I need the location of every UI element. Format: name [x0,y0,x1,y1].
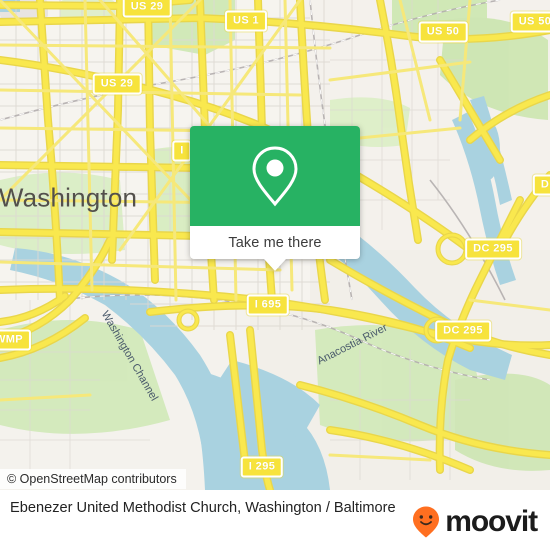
highway-shield-us-29-left[interactable]: US 29 [92,73,142,95]
highway-shield-us-50-right[interactable]: US 50 [510,11,550,33]
map-attribution[interactable]: © OpenStreetMap contributors [0,469,186,489]
map-canvas[interactable]: Washington Washington Channel Anacostia … [0,0,550,490]
highway-shield-dc-295-lower[interactable]: DC 295 [435,320,491,342]
screenshot-root: Washington Washington Channel Anacostia … [0,0,550,550]
moovit-wordmark: moovit [445,505,538,538]
popup-icon-area [190,126,360,226]
take-me-there-button[interactable]: Take me there [190,226,360,259]
highway-shield-i-295[interactable]: I 295 [240,456,284,478]
highway-shield-i-695[interactable]: I 695 [246,294,290,316]
highway-shield-us-29-top[interactable]: US 29 [122,0,172,18]
highway-shield-dc-295-upper[interactable]: DC 295 [465,238,521,260]
highway-shield-partial-right[interactable]: D [532,174,550,196]
place-title: Ebenezer United Methodist Church, Washin… [10,500,396,516]
moovit-smiling-pin-icon [413,506,440,538]
popup-pointer [264,259,286,271]
moovit-brand[interactable]: moovit [411,505,538,539]
location-popup[interactable]: Take me there [190,126,360,271]
city-label-washington: Washington [0,182,138,213]
highway-shield-partial-i[interactable]: I [172,140,192,162]
highway-shield-gwmp-partial[interactable]: WMP [0,329,32,351]
highway-shield-us-1[interactable]: US 1 [224,10,268,32]
highway-shield-us-50-left[interactable]: US 50 [418,21,468,43]
map-pin-icon [252,146,298,207]
take-me-there-label: Take me there [228,234,322,251]
footer-bar: Ebenezer United Methodist Church, Washin… [0,490,550,550]
